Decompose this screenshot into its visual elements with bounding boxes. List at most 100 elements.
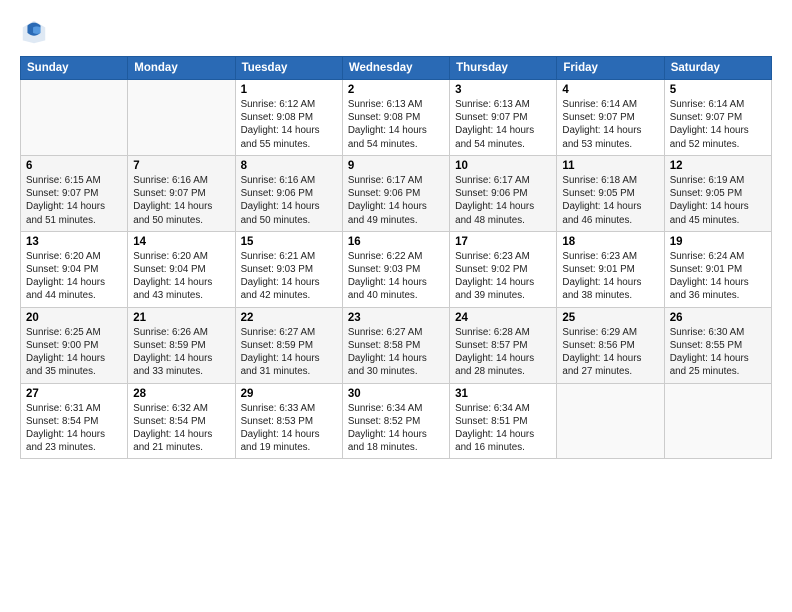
day-detail: Sunrise: 6:14 AM Sunset: 9:07 PM Dayligh… bbox=[670, 98, 766, 151]
calendar-day-cell: 15 Sunrise: 6:21 AM Sunset: 9:03 PM Dayli… bbox=[235, 231, 342, 307]
day-number: 22 bbox=[241, 312, 337, 324]
day-detail: Sunrise: 6:30 AM Sunset: 8:55 PM Dayligh… bbox=[670, 326, 766, 379]
weekday-header: Tuesday bbox=[235, 57, 342, 80]
calendar-week-row: 20Sunrise: 6:25 AM Sunset: 9:00 PM Dayli… bbox=[21, 307, 772, 383]
calendar-day-cell: 26 Sunrise: 6:30 AM Sunset: 8:55 PM Dayli… bbox=[664, 307, 771, 383]
weekday-header: Sunday bbox=[21, 57, 128, 80]
day-detail: Sunrise: 6:28 AM Sunset: 8:57 PM Dayligh… bbox=[455, 326, 551, 379]
calendar-header-row: SundayMondayTuesdayWednesdayThursdayFrid… bbox=[21, 57, 772, 80]
day-detail: Sunrise: 6:19 AM Sunset: 9:05 PM Dayligh… bbox=[670, 174, 766, 227]
day-number: 24 bbox=[455, 312, 551, 324]
calendar-day-cell: 12 Sunrise: 6:19 AM Sunset: 9:05 PM Dayli… bbox=[664, 155, 771, 231]
calendar-day-cell: 4Sunrise: 6:14 AM Sunset: 9:07 PM Daylig… bbox=[557, 80, 664, 156]
calendar-day-cell: 19Sunrise: 6:24 AM Sunset: 9:01 PM Dayli… bbox=[664, 231, 771, 307]
day-number: 2 bbox=[348, 84, 444, 96]
calendar-day-cell: 18Sunrise: 6:23 AM Sunset: 9:01 PM Dayli… bbox=[557, 231, 664, 307]
calendar-day-cell: 27Sunrise: 6:31 AM Sunset: 8:54 PM Dayli… bbox=[21, 383, 128, 459]
calendar-day-cell: 11 Sunrise: 6:18 AM Sunset: 9:05 PM Dayli… bbox=[557, 155, 664, 231]
calendar-day-cell: 2Sunrise: 6:13 AM Sunset: 9:08 PM Daylig… bbox=[342, 80, 449, 156]
day-number: 28 bbox=[133, 388, 229, 400]
calendar-week-row: 13 Sunrise: 6:20 AM Sunset: 9:04 PM Dayli… bbox=[21, 231, 772, 307]
calendar-day-cell: 29Sunrise: 6:33 AM Sunset: 8:53 PM Dayli… bbox=[235, 383, 342, 459]
day-number: 9 bbox=[348, 160, 444, 172]
day-detail: Sunrise: 6:17 AM Sunset: 9:06 PM Dayligh… bbox=[455, 174, 551, 227]
calendar-day-cell: 7 Sunrise: 6:16 AM Sunset: 9:07 PM Daylig… bbox=[128, 155, 235, 231]
calendar-day-cell: 8 Sunrise: 6:16 AM Sunset: 9:06 PM Daylig… bbox=[235, 155, 342, 231]
calendar-day-cell: 21 Sunrise: 6:26 AM Sunset: 8:59 PM Dayli… bbox=[128, 307, 235, 383]
calendar-day-cell: 30 Sunrise: 6:34 AM Sunset: 8:52 PM Dayli… bbox=[342, 383, 449, 459]
day-number: 29 bbox=[241, 388, 337, 400]
day-number: 11 bbox=[562, 160, 658, 172]
day-number: 30 bbox=[348, 388, 444, 400]
day-detail: Sunrise: 6:20 AM Sunset: 9:04 PM Dayligh… bbox=[133, 250, 229, 303]
day-number: 12 bbox=[670, 160, 766, 172]
day-number: 17 bbox=[455, 236, 551, 248]
day-detail: Sunrise: 6:16 AM Sunset: 9:07 PM Dayligh… bbox=[133, 174, 229, 227]
day-number: 27 bbox=[26, 388, 122, 400]
day-detail: Sunrise: 6:22 AM Sunset: 9:03 PM Dayligh… bbox=[348, 250, 444, 303]
day-number: 4 bbox=[562, 84, 658, 96]
day-detail: Sunrise: 6:23 AM Sunset: 9:02 PM Dayligh… bbox=[455, 250, 551, 303]
calendar-day-cell: 31 Sunrise: 6:34 AM Sunset: 8:51 PM Dayli… bbox=[450, 383, 557, 459]
calendar-day-cell bbox=[128, 80, 235, 156]
calendar-day-cell: 16 Sunrise: 6:22 AM Sunset: 9:03 PM Dayli… bbox=[342, 231, 449, 307]
day-detail: Sunrise: 6:29 AM Sunset: 8:56 PM Dayligh… bbox=[562, 326, 658, 379]
day-detail: Sunrise: 6:12 AM Sunset: 9:08 PM Dayligh… bbox=[241, 98, 337, 151]
page-header bbox=[20, 18, 772, 46]
day-number: 31 bbox=[455, 388, 551, 400]
day-number: 7 bbox=[133, 160, 229, 172]
calendar-day-cell: 20Sunrise: 6:25 AM Sunset: 9:00 PM Dayli… bbox=[21, 307, 128, 383]
day-detail: Sunrise: 6:21 AM Sunset: 9:03 PM Dayligh… bbox=[241, 250, 337, 303]
day-number: 21 bbox=[133, 312, 229, 324]
day-number: 10 bbox=[455, 160, 551, 172]
day-number: 1 bbox=[241, 84, 337, 96]
logo-icon bbox=[20, 18, 48, 46]
day-detail: Sunrise: 6:13 AM Sunset: 9:07 PM Dayligh… bbox=[455, 98, 551, 151]
day-number: 13 bbox=[26, 236, 122, 248]
calendar-table: SundayMondayTuesdayWednesdayThursdayFrid… bbox=[20, 56, 772, 459]
calendar-day-cell: 25 Sunrise: 6:29 AM Sunset: 8:56 PM Dayli… bbox=[557, 307, 664, 383]
day-detail: Sunrise: 6:18 AM Sunset: 9:05 PM Dayligh… bbox=[562, 174, 658, 227]
day-detail: Sunrise: 6:34 AM Sunset: 8:51 PM Dayligh… bbox=[455, 402, 551, 455]
day-detail: Sunrise: 6:27 AM Sunset: 8:59 PM Dayligh… bbox=[241, 326, 337, 379]
calendar-day-cell: 9 Sunrise: 6:17 AM Sunset: 9:06 PM Daylig… bbox=[342, 155, 449, 231]
day-detail: Sunrise: 6:17 AM Sunset: 9:06 PM Dayligh… bbox=[348, 174, 444, 227]
day-number: 25 bbox=[562, 312, 658, 324]
weekday-header: Friday bbox=[557, 57, 664, 80]
calendar-day-cell: 14 Sunrise: 6:20 AM Sunset: 9:04 PM Dayli… bbox=[128, 231, 235, 307]
day-detail: Sunrise: 6:34 AM Sunset: 8:52 PM Dayligh… bbox=[348, 402, 444, 455]
day-number: 26 bbox=[670, 312, 766, 324]
calendar-day-cell: 13 Sunrise: 6:20 AM Sunset: 9:04 PM Dayli… bbox=[21, 231, 128, 307]
day-number: 14 bbox=[133, 236, 229, 248]
day-number: 3 bbox=[455, 84, 551, 96]
calendar-day-cell: 28 Sunrise: 6:32 AM Sunset: 8:54 PM Dayli… bbox=[128, 383, 235, 459]
day-number: 6 bbox=[26, 160, 122, 172]
day-number: 16 bbox=[348, 236, 444, 248]
day-detail: Sunrise: 6:27 AM Sunset: 8:58 PM Dayligh… bbox=[348, 326, 444, 379]
day-detail: Sunrise: 6:23 AM Sunset: 9:01 PM Dayligh… bbox=[562, 250, 658, 303]
day-detail: Sunrise: 6:15 AM Sunset: 9:07 PM Dayligh… bbox=[26, 174, 122, 227]
calendar-day-cell: 23Sunrise: 6:27 AM Sunset: 8:58 PM Dayli… bbox=[342, 307, 449, 383]
day-detail: Sunrise: 6:25 AM Sunset: 9:00 PM Dayligh… bbox=[26, 326, 122, 379]
day-number: 5 bbox=[670, 84, 766, 96]
calendar-week-row: 6 Sunrise: 6:15 AM Sunset: 9:07 PM Daylig… bbox=[21, 155, 772, 231]
calendar-week-row: 27Sunrise: 6:31 AM Sunset: 8:54 PM Dayli… bbox=[21, 383, 772, 459]
day-detail: Sunrise: 6:20 AM Sunset: 9:04 PM Dayligh… bbox=[26, 250, 122, 303]
day-detail: Sunrise: 6:16 AM Sunset: 9:06 PM Dayligh… bbox=[241, 174, 337, 227]
day-detail: Sunrise: 6:24 AM Sunset: 9:01 PM Dayligh… bbox=[670, 250, 766, 303]
weekday-header: Thursday bbox=[450, 57, 557, 80]
day-detail: Sunrise: 6:26 AM Sunset: 8:59 PM Dayligh… bbox=[133, 326, 229, 379]
day-number: 15 bbox=[241, 236, 337, 248]
day-number: 8 bbox=[241, 160, 337, 172]
calendar-day-cell: 3 Sunrise: 6:13 AM Sunset: 9:07 PM Daylig… bbox=[450, 80, 557, 156]
weekday-header: Wednesday bbox=[342, 57, 449, 80]
calendar-week-row: 1 Sunrise: 6:12 AM Sunset: 9:08 PM Daylig… bbox=[21, 80, 772, 156]
weekday-header: Monday bbox=[128, 57, 235, 80]
calendar-day-cell bbox=[664, 383, 771, 459]
calendar-day-cell bbox=[21, 80, 128, 156]
day-detail: Sunrise: 6:32 AM Sunset: 8:54 PM Dayligh… bbox=[133, 402, 229, 455]
calendar-day-cell: 5 Sunrise: 6:14 AM Sunset: 9:07 PM Daylig… bbox=[664, 80, 771, 156]
calendar-day-cell: 10 Sunrise: 6:17 AM Sunset: 9:06 PM Dayli… bbox=[450, 155, 557, 231]
calendar-day-cell: 6 Sunrise: 6:15 AM Sunset: 9:07 PM Daylig… bbox=[21, 155, 128, 231]
calendar-day-cell: 24 Sunrise: 6:28 AM Sunset: 8:57 PM Dayli… bbox=[450, 307, 557, 383]
